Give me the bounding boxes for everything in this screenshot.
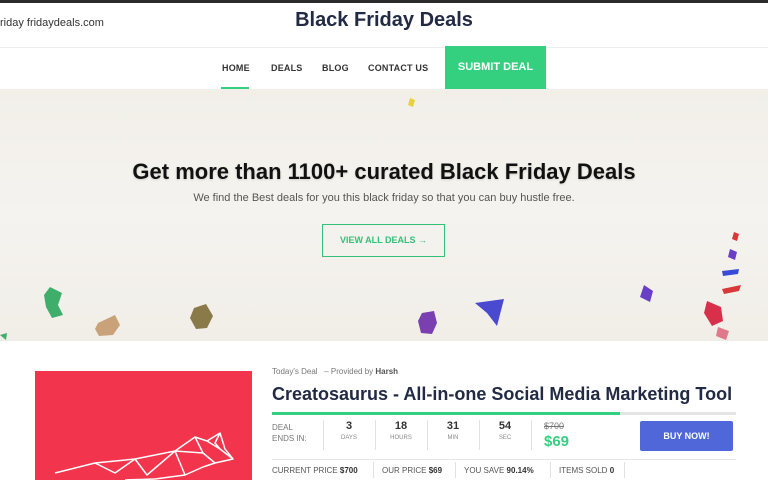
our-price-value: $69: [428, 466, 443, 475]
confetti-decoration: [722, 285, 741, 294]
countdown-divider: [427, 420, 428, 450]
confetti-decoration: [475, 299, 504, 326]
main-nav: HOME DEALS BLOG CONTACT US: [0, 47, 768, 89]
nav-item-home[interactable]: HOME: [222, 63, 250, 73]
confetti-decoration: [640, 285, 653, 302]
original-price: $700: [544, 421, 565, 431]
countdown-divider: [375, 420, 376, 450]
countdown-sec-value: 54: [498, 420, 512, 432]
confetti-decoration: [732, 232, 739, 241]
you-save-value: 90.14%: [506, 466, 534, 475]
deal-stats: CURRENT PRICE $700 OUR PRICE $69 YOU SAV…: [272, 459, 736, 479]
deal-progress-fill: [272, 412, 620, 415]
countdown-divider: [531, 420, 532, 450]
countdown-hours-unit: HOURS: [390, 435, 412, 441]
provider-name[interactable]: Harsh: [375, 367, 398, 376]
countdown-min: 31 MIN: [430, 420, 476, 441]
countdown-days-value: 3: [345, 420, 353, 432]
confetti-decoration: [728, 249, 737, 260]
deal-price: $69: [544, 433, 570, 450]
current-price-label: CURRENT PRICE: [272, 466, 338, 475]
dinosaur-logo-icon: [54, 432, 234, 480]
todays-deal-card: Today's Deal – Provided by Harsh Creatos…: [0, 341, 768, 480]
confetti-decoration: [722, 269, 739, 276]
deal-meta: Today's Deal – Provided by Harsh: [272, 367, 398, 376]
deal-ends-line2: ENDS IN:: [272, 434, 307, 443]
hero-subtitle: We find the Best deals for you this blac…: [193, 192, 575, 204]
current-price-value: $700: [339, 466, 358, 475]
countdown-hours: 18 HOURS: [378, 420, 424, 441]
deal-ends-label: DEAL ENDS IN:: [272, 422, 307, 444]
items-sold-value: 0: [609, 466, 615, 475]
current-price-stat: CURRENT PRICE $700: [272, 466, 358, 475]
confetti-decoration: [95, 315, 120, 336]
you-save-label: YOU SAVE: [464, 466, 505, 475]
items-sold-label: ITEMS SOLD: [559, 466, 608, 475]
confetti-decoration: [190, 304, 213, 329]
items-sold-stat: ITEMS SOLD 0: [559, 466, 614, 475]
nav-item-deals[interactable]: DEALS: [271, 63, 303, 73]
nav-item-blog[interactable]: BLOG: [322, 63, 349, 73]
site-header: riday fridaydeals.com Black Friday Deals: [0, 3, 768, 47]
site-title[interactable]: Black Friday Deals: [0, 9, 768, 32]
buy-now-button[interactable]: BUY NOW!: [640, 421, 733, 451]
view-all-deals-button[interactable]: VIEW ALL DEALS →: [322, 224, 445, 257]
confetti-decoration: [44, 287, 63, 318]
confetti-decoration: [716, 327, 729, 340]
stat-divider: [373, 462, 374, 478]
countdown-days: 3 DAYS: [326, 420, 372, 441]
confetti-decoration: [408, 98, 415, 107]
hero-banner: Get more than 1100+ curated Black Friday…: [0, 89, 768, 341]
our-price-label: OUR PRICE: [382, 466, 427, 475]
our-price-stat: OUR PRICE $69: [382, 466, 442, 475]
countdown-sec-unit: SEC: [498, 435, 512, 441]
deal-image[interactable]: [35, 371, 252, 480]
nav-item-contact[interactable]: CONTACT US: [368, 63, 428, 73]
submit-deal-button[interactable]: SUBMIT DEAL: [445, 46, 546, 89]
countdown-sec: 54 SEC: [482, 420, 528, 441]
stat-divider: [455, 462, 456, 478]
stat-divider: [550, 462, 551, 478]
countdown-min-unit: MIN: [447, 435, 459, 441]
confetti-decoration: [704, 301, 723, 326]
you-save-stat: YOU SAVE 90.14%: [464, 466, 534, 475]
confetti-decoration: [0, 333, 7, 340]
countdown-min-value: 31: [446, 420, 460, 432]
deal-title[interactable]: Creatosaurus - All-in-one Social Media M…: [272, 384, 732, 405]
countdown-hours-value: 18: [394, 420, 408, 432]
deal-ends-line1: DEAL: [272, 423, 293, 432]
hero-title: Get more than 1100+ curated Black Friday…: [132, 159, 636, 184]
provided-by-label: – Provided by: [324, 367, 374, 376]
confetti-decoration: [418, 311, 437, 334]
countdown-divider: [479, 420, 480, 450]
stat-divider: [624, 462, 625, 478]
deal-countdown: DEAL ENDS IN: 3 DAYS 18 HOURS 31 MIN 54 …: [272, 420, 602, 454]
countdown-divider: [323, 420, 324, 450]
countdown-days-unit: DAYS: [341, 435, 357, 441]
todays-deal-label: Today's Deal: [272, 367, 318, 376]
deal-progress-bar: [272, 412, 736, 415]
